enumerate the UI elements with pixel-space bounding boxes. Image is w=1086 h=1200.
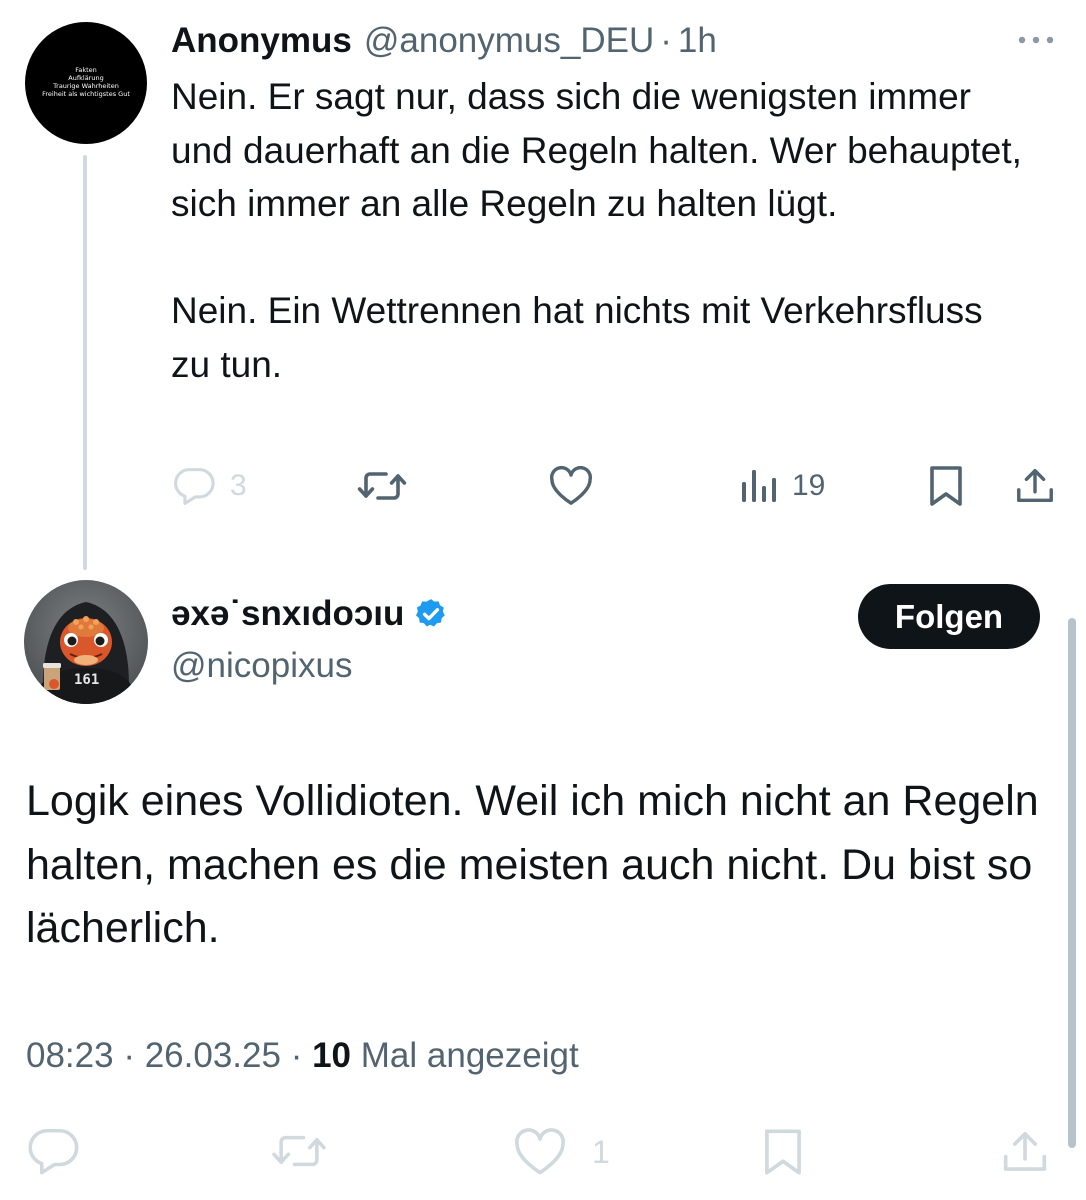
like-button[interactable]: 1 [512,1128,610,1176]
tweet-date[interactable]: 26.03.25 [145,1036,281,1075]
tweet-text: Nein. Er sagt nur, dass sich die wenigst… [171,70,1031,391]
verified-badge-icon[interactable] [414,597,448,631]
avatar-text-line: Fakten [75,66,97,74]
heart-icon [515,1128,565,1175]
user-handle[interactable]: @nicopixus [171,646,352,686]
timestamp[interactable]: 1h [678,21,717,61]
retweet-button[interactable] [270,1126,328,1176]
scrollbar[interactable] [1068,618,1076,1148]
follow-button[interactable]: Folgen [858,584,1040,649]
avatar-text-line: Freiheit als wichtigstes Gut [42,90,130,98]
separator: · [660,21,672,60]
views-count: 10 [312,1036,352,1075]
views-label: Mal angezeigt [360,1036,579,1075]
avatar[interactable]: Fakten Aufklärung Traurige Wahrheiten Fr… [25,22,147,144]
avatar[interactable]: 161 [24,580,148,704]
share-button[interactable] [1000,1126,1050,1178]
share-icon [1003,1132,1047,1171]
avatar-text-line: Traurige Wahrheiten [53,82,119,90]
display-name[interactable]: Anonymus [171,21,352,61]
tweet-meta: 08:23 · 26.03.25 · 10 Mal angezeigt [26,1036,579,1075]
heart-icon [549,466,593,505]
views-button[interactable]: 19 [738,466,825,506]
display-name[interactable]: əxə˙snxıdoɔıu [171,594,404,634]
retweet-icon [357,472,407,500]
views-count: 19 [792,469,826,502]
tweet-header: Anonymus @anonymus_DEU · 1h [171,18,717,64]
user-handle[interactable]: @anonymus_DEU [364,21,654,61]
like-button[interactable] [548,466,594,506]
bookmark-button[interactable] [760,1126,806,1178]
ellipsis-icon[interactable] [1015,30,1057,50]
share-icon [1017,469,1053,503]
share-button[interactable] [1014,464,1056,508]
display-name-row: əxə˙snxıdoɔıu [171,594,448,634]
avatar-shirt-number: 161 [74,672,100,688]
reply-button[interactable]: 3 [172,466,247,506]
like-count: 1 [592,1133,610,1170]
reply-icon [174,468,215,505]
reply-count: 3 [230,469,247,502]
avatar-text-line: Aufklärung [68,74,104,82]
bookmark-icon [930,466,962,506]
bookmark-button[interactable] [926,464,966,508]
tweet-paragraph: Nein. Er sagt nur, dass sich die wenigst… [171,76,1022,224]
retweet-icon [272,1135,326,1167]
bookmark-icon [765,1129,801,1175]
reply-icon [28,1128,79,1175]
tweet-paragraph: Nein. Ein Wettrennen hat nichts mit Verk… [171,290,983,385]
analytics-icon [742,470,776,502]
retweet-button[interactable] [356,466,408,506]
tweet-text: Logik eines Vollidioten. Weil ich mich n… [26,777,1039,952]
reply-button[interactable] [26,1126,80,1176]
thread-connector-line [83,155,87,570]
tweet-time[interactable]: 08:23 [26,1036,114,1075]
